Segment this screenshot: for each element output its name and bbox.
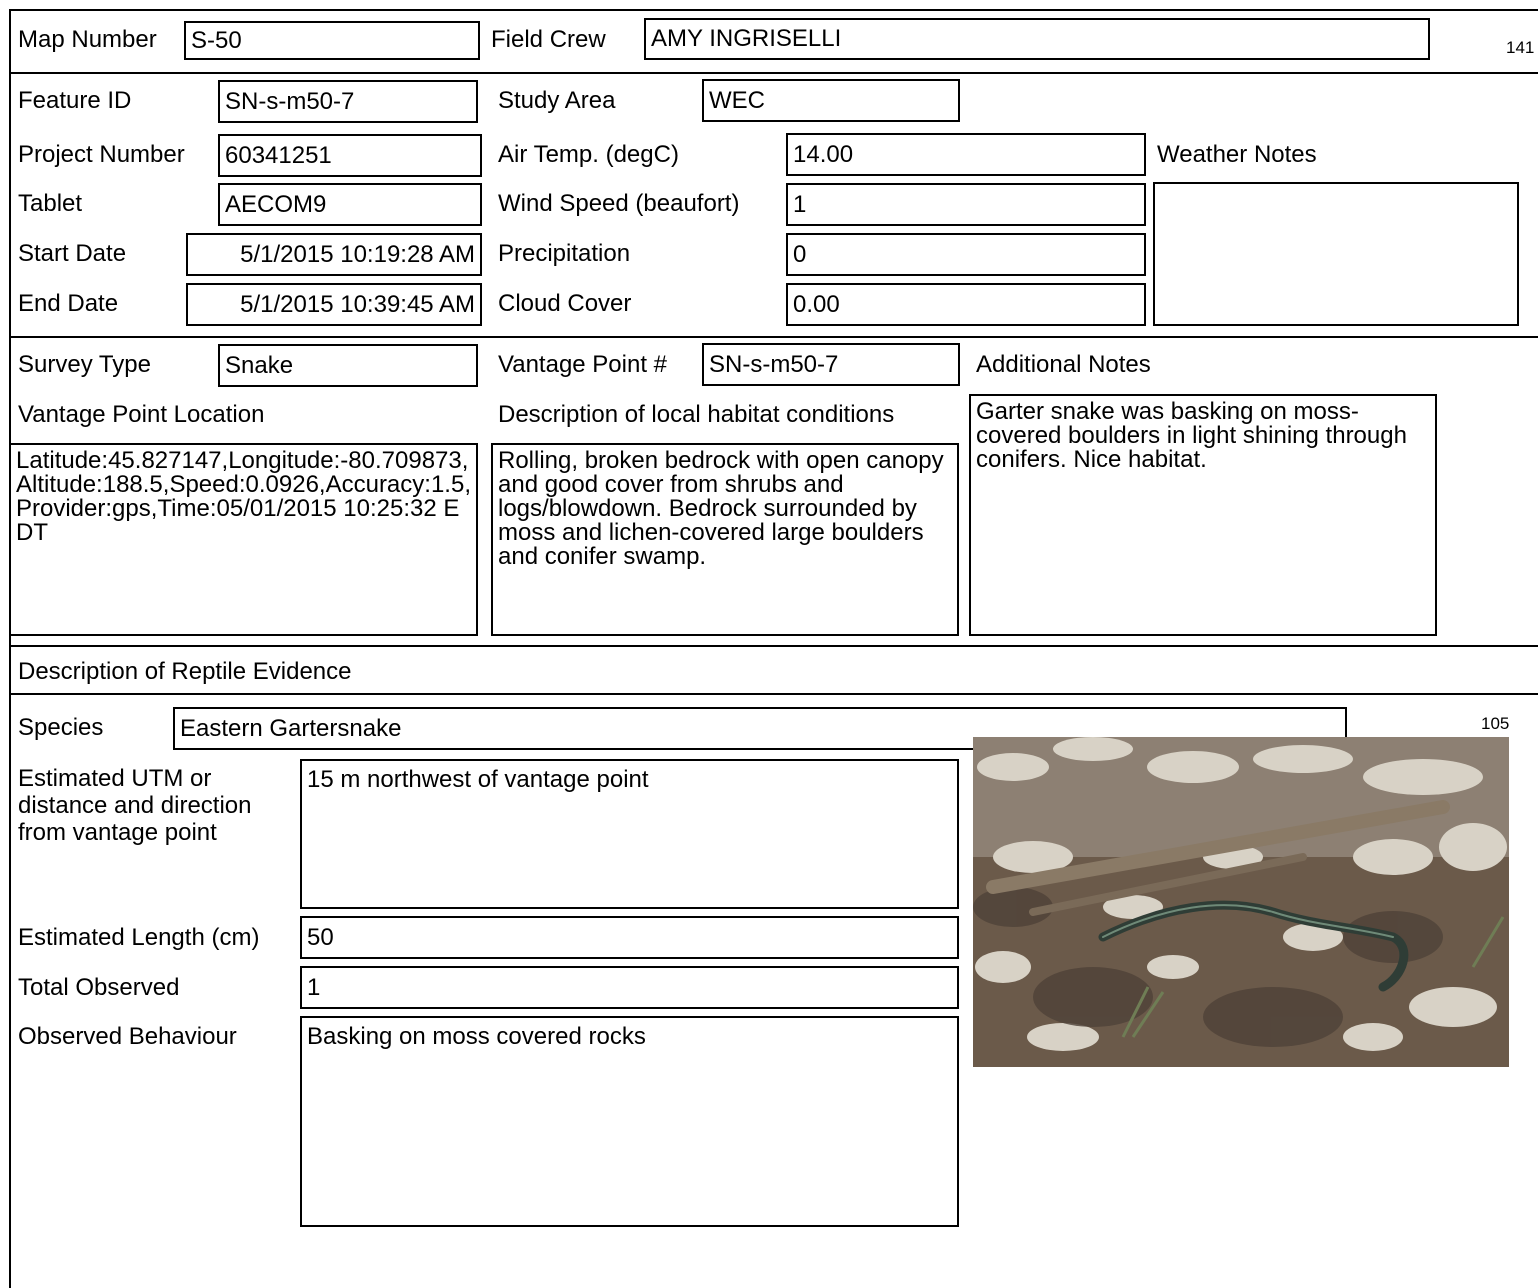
utm-field[interactable]: 15 m northwest of vantage point xyxy=(300,759,959,909)
air-temp-field[interactable]: 14.00 xyxy=(786,133,1146,176)
page-ref: 105 xyxy=(1481,714,1510,733)
divider xyxy=(9,645,1538,647)
total-observed-label: Total Observed xyxy=(18,974,180,1001)
wind-speed-label: Wind Speed (beaufort) xyxy=(498,190,740,217)
feature-id-label: Feature ID xyxy=(18,87,132,114)
precipitation-field[interactable]: 0 xyxy=(786,233,1146,276)
project-number-field[interactable]: 60341251 xyxy=(218,134,482,177)
additional-notes-label: Additional Notes xyxy=(976,351,1151,378)
field-crew-field[interactable]: AMY INGRISELLI xyxy=(644,18,1430,60)
additional-notes-field[interactable]: Garter snake was basking on moss-covered… xyxy=(969,394,1437,636)
vantage-location-label: Vantage Point Location xyxy=(18,401,265,428)
survey-type-label: Survey Type xyxy=(18,351,151,378)
reptile-evidence-heading: Description of Reptile Evidence xyxy=(18,658,352,685)
vantage-point-field[interactable]: SN-s-m50-7 xyxy=(702,343,960,386)
cloud-cover-label: Cloud Cover xyxy=(498,290,632,317)
length-field[interactable]: 50 xyxy=(300,916,959,959)
total-observed-field[interactable]: 1 xyxy=(300,966,959,1009)
habitat-field[interactable]: Rolling, broken bedrock with open canopy… xyxy=(491,443,959,636)
wind-speed-field[interactable]: 1 xyxy=(786,183,1146,226)
weather-notes-label: Weather Notes xyxy=(1157,141,1317,168)
end-date-label: End Date xyxy=(18,290,119,317)
vantage-point-label: Vantage Point # xyxy=(498,351,668,378)
snake-photo xyxy=(973,737,1509,1067)
behaviour-field[interactable]: Basking on moss covered rocks xyxy=(300,1016,959,1227)
divider xyxy=(9,336,1538,338)
habitat-label: Description of local habitat conditions xyxy=(498,401,895,428)
field-crew-label: Field Crew xyxy=(491,26,606,53)
weather-notes-field[interactable] xyxy=(1153,182,1519,326)
species-label: Species xyxy=(18,714,104,741)
tablet-label: Tablet xyxy=(18,190,83,217)
start-date-label: Start Date xyxy=(18,240,127,267)
behaviour-label: Observed Behaviour xyxy=(18,1023,237,1050)
divider xyxy=(9,693,1538,695)
page-ref-top: 141 xyxy=(1506,38,1535,57)
tablet-field[interactable]: AECOM9 xyxy=(218,183,482,226)
map-number-label: Map Number xyxy=(18,26,157,53)
end-date-field[interactable]: 5/1/2015 10:39:45 AM xyxy=(186,283,482,326)
air-temp-label: Air Temp. (degC) xyxy=(498,141,679,168)
length-label: Estimated Length (cm) xyxy=(18,924,260,951)
precipitation-label: Precipitation xyxy=(498,240,631,267)
map-number-field[interactable]: S-50 xyxy=(184,21,480,60)
divider xyxy=(9,72,1538,74)
feature-id-field[interactable]: SN-s-m50-7 xyxy=(218,80,478,123)
cloud-cover-field[interactable]: 0.00 xyxy=(786,283,1146,326)
study-area-label: Study Area xyxy=(498,87,616,114)
vantage-location-field[interactable]: Latitude:45.827147,Longitude:-80.709873,… xyxy=(9,443,478,636)
project-number-label: Project Number xyxy=(18,141,185,168)
study-area-field[interactable]: WEC xyxy=(702,79,960,122)
survey-type-field[interactable]: Snake xyxy=(218,344,478,387)
utm-label: Estimated UTM or distance and direction … xyxy=(18,765,252,846)
start-date-field[interactable]: 5/1/2015 10:19:28 AM xyxy=(186,233,482,276)
